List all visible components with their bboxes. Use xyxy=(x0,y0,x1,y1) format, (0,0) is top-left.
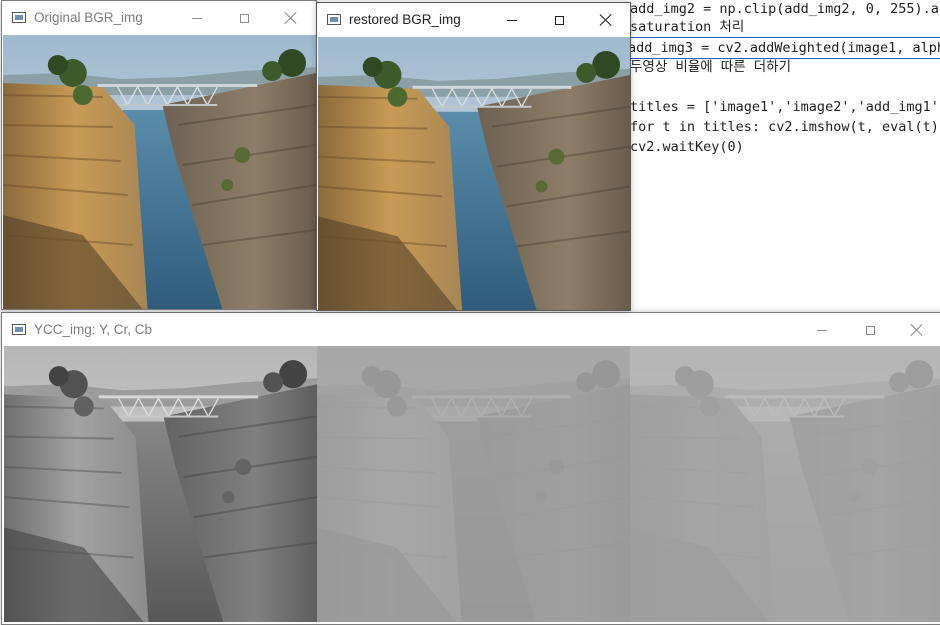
original-close-button[interactable] xyxy=(268,1,314,35)
restored-maximize-button[interactable] xyxy=(536,3,582,37)
close-icon xyxy=(285,12,297,24)
original-titlebar[interactable]: Original BGR_img xyxy=(2,1,316,35)
code-editor[interactable]: add_img2 = np.clip(add_img2, 0, 255).as … xyxy=(628,0,940,312)
restored-bgr-image xyxy=(318,37,630,310)
ycc-close-button[interactable] xyxy=(894,313,940,347)
ycc-y-channel-image xyxy=(4,346,317,622)
minimize-icon xyxy=(507,19,517,21)
ycc-window-title: YCC_img: Y, Cr, Cb xyxy=(34,322,153,337)
code-line-7[interactable]: for t in titles: cv2.imshow(t, eval(t)) xyxy=(630,117,940,137)
ycc-window[interactable]: YCC_img: Y, Cr, Cb xyxy=(1,312,940,625)
maximize-icon xyxy=(865,325,875,335)
minimize-icon xyxy=(192,17,202,19)
minimize-icon xyxy=(817,329,827,331)
original-window[interactable]: Original BGR_img xyxy=(1,0,317,310)
restored-window[interactable]: restored BGR_img xyxy=(316,2,631,311)
restored-app-icon xyxy=(327,14,341,25)
restored-minimize-button[interactable] xyxy=(489,3,535,37)
code-line-2[interactable]: saturation 처리 xyxy=(630,17,744,37)
original-bgr-image xyxy=(3,35,316,309)
ycc-titlebar[interactable]: YCC_img: Y, Cr, Cb xyxy=(2,313,940,347)
ycc-maximize-button[interactable] xyxy=(847,313,893,347)
close-icon xyxy=(911,324,923,336)
original-maximize-button[interactable] xyxy=(221,1,267,35)
ycc-cr-channel-image xyxy=(317,346,630,622)
maximize-icon xyxy=(239,13,249,23)
ycc-cb-channel-image xyxy=(630,346,940,622)
ycc-app-icon xyxy=(12,324,26,335)
code-line-4[interactable]: 두영상 비율에 따른 더하기 xyxy=(630,57,791,77)
code-line-8[interactable]: cv2.waitKey(0) xyxy=(630,137,744,157)
ycc-minimize-button[interactable] xyxy=(799,313,845,347)
original-minimize-button[interactable] xyxy=(174,1,220,35)
restored-close-button[interactable] xyxy=(583,3,629,37)
code-line-6[interactable]: titles = ['image1','image2','add_img1', xyxy=(630,97,940,117)
close-icon xyxy=(600,14,612,26)
maximize-icon xyxy=(554,15,564,25)
code-line-3-current[interactable]: add_img3 = cv2.addWeighted(image1, alph xyxy=(628,37,940,59)
restored-titlebar[interactable]: restored BGR_img xyxy=(317,3,630,37)
restored-window-title: restored BGR_img xyxy=(349,12,461,27)
original-window-title: Original BGR_img xyxy=(34,10,143,25)
original-app-icon xyxy=(12,12,26,23)
